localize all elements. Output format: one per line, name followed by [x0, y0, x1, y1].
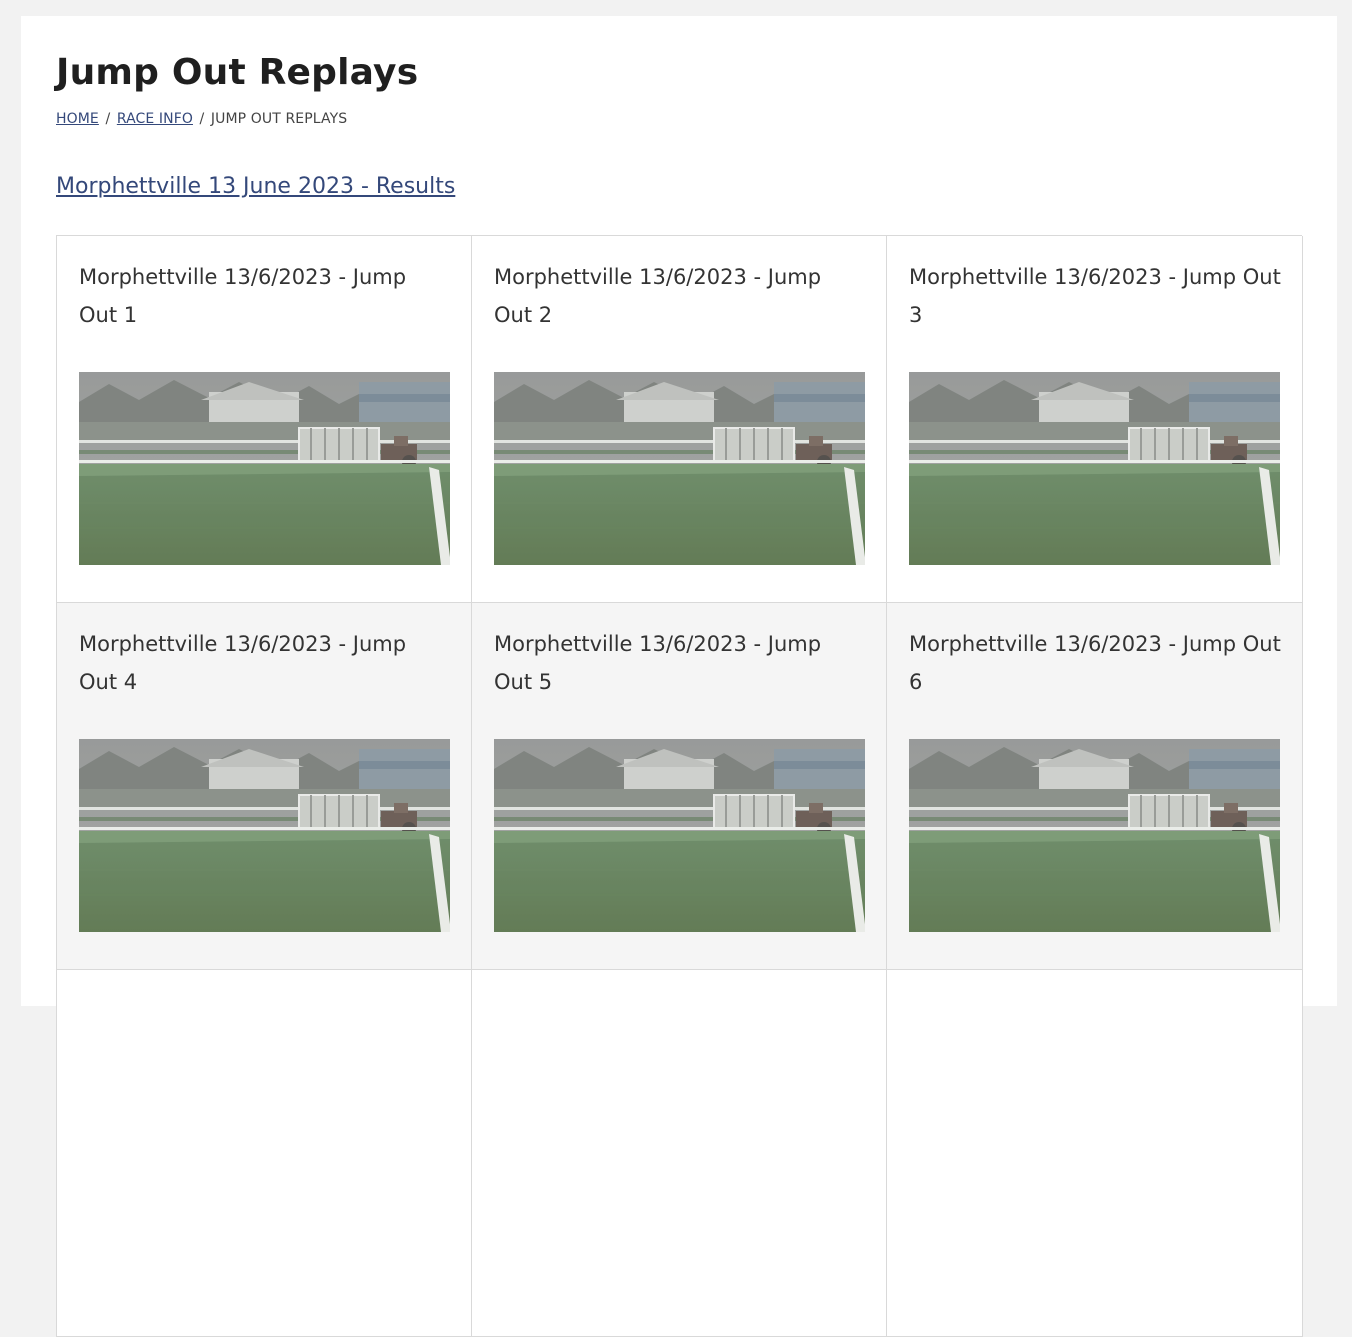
- breadcrumb-separator: /: [199, 111, 205, 127]
- replay-title[interactable]: Morphettville 13/6/2023 - Jump Out 5: [494, 625, 865, 701]
- racetrack-image: [909, 739, 1280, 932]
- breadcrumb: HOME / RACE INFO / JUMP OUT REPLAYS: [56, 111, 347, 127]
- replay-card: [472, 970, 887, 1337]
- replay-title[interactable]: Morphettville 13/6/2023 - Jump Out 3: [909, 258, 1281, 334]
- page-title: Jump Out Replays: [56, 52, 419, 93]
- replay-title[interactable]: Morphettville 13/6/2023 - Jump Out 6: [909, 625, 1281, 701]
- replay-grid: Morphettville 13/6/2023 - Jump Out 1 Mor…: [56, 235, 1303, 1337]
- replay-thumbnail[interactable]: [494, 739, 865, 932]
- breadcrumb-race-info-link[interactable]: RACE INFO: [117, 111, 193, 127]
- racetrack-image: [909, 372, 1280, 565]
- racetrack-image: [494, 372, 865, 565]
- replay-card: Morphettville 13/6/2023 - Jump Out 1: [57, 236, 472, 603]
- replay-title[interactable]: [79, 992, 450, 1068]
- replay-thumbnail[interactable]: [79, 372, 450, 565]
- replay-card: [887, 970, 1303, 1337]
- replay-card: Morphettville 13/6/2023 - Jump Out 6: [887, 603, 1303, 970]
- replay-thumbnail[interactable]: [909, 372, 1280, 565]
- replay-title[interactable]: Morphettville 13/6/2023 - Jump Out 1: [79, 258, 450, 334]
- replay-card: Morphettville 13/6/2023 - Jump Out 2: [472, 236, 887, 603]
- replay-card: Morphettville 13/6/2023 - Jump Out 4: [57, 603, 472, 970]
- breadcrumb-current: JUMP OUT REPLAYS: [210, 111, 348, 127]
- page-content: Jump Out Replays HOME / RACE INFO / JUMP…: [21, 16, 1337, 1337]
- breadcrumb-home-link[interactable]: HOME: [56, 111, 99, 127]
- replay-thumbnail[interactable]: [909, 739, 1280, 932]
- racetrack-image: [79, 372, 450, 565]
- replay-title[interactable]: [909, 992, 1281, 1068]
- replay-thumbnail[interactable]: [79, 739, 450, 932]
- replay-thumbnail[interactable]: [494, 372, 865, 565]
- replay-title[interactable]: Morphettville 13/6/2023 - Jump Out 2: [494, 258, 865, 334]
- breadcrumb-separator: /: [105, 111, 111, 127]
- results-link[interactable]: Morphettville 13 June 2023 - Results: [56, 174, 455, 199]
- replay-card: Morphettville 13/6/2023 - Jump Out 5: [472, 603, 887, 970]
- replay-card: [57, 970, 472, 1337]
- replay-title[interactable]: Morphettville 13/6/2023 - Jump Out 4: [79, 625, 450, 701]
- racetrack-image: [494, 739, 865, 932]
- racetrack-image: [79, 739, 450, 932]
- replay-card: Morphettville 13/6/2023 - Jump Out 3: [887, 236, 1303, 603]
- replay-title[interactable]: [494, 992, 865, 1068]
